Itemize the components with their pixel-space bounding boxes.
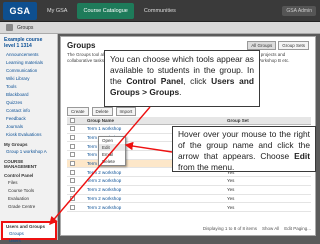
group-context-menu: Open Edit Email Delete	[98, 136, 126, 166]
row-checkbox[interactable]	[70, 126, 75, 132]
callout-1-bold-control-panel: Control Panel	[126, 76, 184, 86]
sidebar-item-quizzes[interactable]: Quizzes	[0, 99, 57, 107]
table-row[interactable]: Term 2 workshopYes	[67, 195, 311, 204]
action-bar: Create Delete Import	[67, 107, 137, 116]
users-and-groups-heading[interactable]: Users and Groups	[3, 223, 55, 230]
control-panel-heading[interactable]: Control Panel	[0, 170, 57, 179]
my-groups-heading[interactable]: My Groups	[0, 139, 57, 148]
select-all-column[interactable]	[67, 118, 87, 123]
row-checkbox-cell	[67, 187, 87, 193]
row-checkbox-cell	[67, 161, 87, 167]
row-checkbox-cell	[67, 204, 87, 210]
users-and-groups-highlight: Users and Groups Groups Users	[1, 221, 57, 243]
group-name-link[interactable]: Term 2 workshop	[87, 187, 227, 192]
sidebar-item-journals[interactable]: Journals	[0, 123, 57, 131]
breadcrumb-current[interactable]: Groups	[17, 25, 33, 31]
row-checkbox[interactable]	[70, 169, 75, 175]
row-checkbox-cell	[67, 169, 87, 175]
edit-paging-link[interactable]: Edit Paging...	[284, 226, 311, 231]
group-set-value: Yes	[227, 195, 235, 201]
course-management-heading: COURSE MANAGEMENT	[4, 159, 37, 169]
callout-2-bold-edit: Edit	[294, 151, 310, 161]
row-checkbox[interactable]	[70, 135, 75, 141]
display-count: Displaying 1 to 8 of 8 items	[202, 226, 257, 231]
group-name-link[interactable]: Term 2 workshop	[87, 205, 227, 210]
sidebar-item-communication[interactable]: Communication	[0, 67, 57, 75]
tab-course-catalogue[interactable]: Course Catalogue	[77, 2, 134, 19]
group-view-switch: All Groups Group Sets	[247, 41, 309, 50]
group-name-link[interactable]: Term 2 workshop	[87, 196, 227, 201]
show-all-link[interactable]: Show All	[262, 226, 279, 231]
row-checkbox-cell	[67, 135, 87, 141]
row-checkbox[interactable]	[70, 204, 75, 210]
callout-2-text-a: Hover over your mouse to the right of th…	[178, 129, 310, 161]
table-header: Group Name Group Set	[67, 117, 311, 125]
group-set-value: Yes	[227, 187, 235, 193]
tab-communities[interactable]: Communities	[138, 3, 182, 19]
row-checkbox-cell	[67, 143, 87, 149]
users-and-groups-users-link[interactable]: Users	[3, 237, 55, 244]
sidebar-item-blackboard[interactable]: Blackboard	[0, 91, 57, 99]
group-name-column-header[interactable]: Group Name	[87, 118, 227, 123]
gsa-logo[interactable]: GSA	[3, 1, 37, 20]
create-button[interactable]: Create	[67, 107, 89, 116]
import-button[interactable]: Import	[115, 107, 137, 116]
course-title[interactable]: Example course level 1 1314	[0, 34, 57, 51]
group-name-link[interactable]: Term 2 workshop	[87, 178, 227, 183]
select-all-checkbox[interactable]	[70, 118, 75, 123]
menu-item-email[interactable]: Email	[99, 151, 125, 158]
row-checkbox[interactable]	[70, 187, 75, 193]
instruction-callout-1: You can choose which tools appear as ava…	[104, 50, 260, 107]
table-footer: Displaying 1 to 8 of 8 items Show All Ed…	[67, 226, 311, 231]
table-row[interactable]: Term 2 workshopYes	[67, 203, 311, 212]
control-panel-evaluation[interactable]: Evaluation	[0, 195, 57, 203]
all-groups-button[interactable]: All Groups	[247, 41, 277, 50]
menu-item-edit[interactable]: Edit	[99, 144, 125, 151]
course-sidebar: Example course level 1 1314 Announcement…	[0, 34, 58, 243]
row-checkbox[interactable]	[70, 178, 75, 184]
control-panel-files[interactable]: Files	[0, 179, 57, 187]
table-row[interactable]: Term 2 workshopYes	[67, 177, 311, 186]
row-checkbox[interactable]	[70, 143, 75, 149]
row-checkbox-cell	[67, 195, 87, 201]
row-checkbox[interactable]	[70, 161, 75, 167]
delete-button[interactable]: Delete	[91, 107, 113, 116]
sidebar-item-kiosk-evaluations[interactable]: Kiosk Evaluations	[0, 131, 57, 139]
group-sets-button[interactable]: Group Sets	[278, 41, 309, 50]
row-checkbox-cell	[67, 152, 87, 158]
sidebar-item-learning-materials[interactable]: Learning materials	[0, 59, 57, 67]
table-row[interactable]: Term 2 workshopYes	[67, 186, 311, 195]
control-panel-course-tools[interactable]: Course Tools	[0, 187, 57, 195]
callout-2-text-b: from the menu.	[178, 162, 235, 172]
sidebar-item-wiki-library[interactable]: Wiki Library	[0, 75, 57, 83]
row-checkbox[interactable]	[70, 195, 75, 201]
tab-my-gsa[interactable]: My GSA	[41, 3, 73, 19]
instruction-callout-2: Hover over your mouse to the right of th…	[172, 126, 316, 172]
breadcrumb: Groups	[0, 22, 320, 34]
group-set-value: Yes	[227, 178, 235, 184]
callout-1-text-b: , click	[183, 76, 212, 86]
sidebar-item-contact-info[interactable]: Contact info	[0, 107, 57, 115]
control-panel-grade-centre[interactable]: Grade Centre	[0, 203, 57, 211]
sidebar-item-announcements[interactable]: Announcements	[0, 51, 57, 59]
callout-1-text-c: .	[179, 87, 182, 97]
row-checkbox-cell	[67, 126, 87, 132]
menu-icon[interactable]	[6, 24, 13, 31]
menu-item-delete[interactable]: Delete	[99, 158, 125, 165]
group-set-value: Yes	[227, 204, 235, 210]
group-set-column-header[interactable]: Group Set	[227, 118, 311, 123]
top-navigation-bar: GSA My GSA Course Catalogue Communities …	[0, 0, 320, 22]
row-checkbox[interactable]	[70, 152, 75, 158]
menu-item-open[interactable]: Open	[99, 137, 125, 144]
sidebar-item-tools[interactable]: Tools	[0, 83, 57, 91]
sidebar-item-feedback[interactable]: Feedback	[0, 115, 57, 123]
user-menu[interactable]: GSA Admin	[282, 5, 316, 16]
sidebar-item-group-workshop[interactable]: Group 1 workshop A	[0, 148, 57, 156]
users-and-groups-groups-link[interactable]: Groups	[3, 230, 55, 237]
row-checkbox-cell	[67, 178, 87, 184]
